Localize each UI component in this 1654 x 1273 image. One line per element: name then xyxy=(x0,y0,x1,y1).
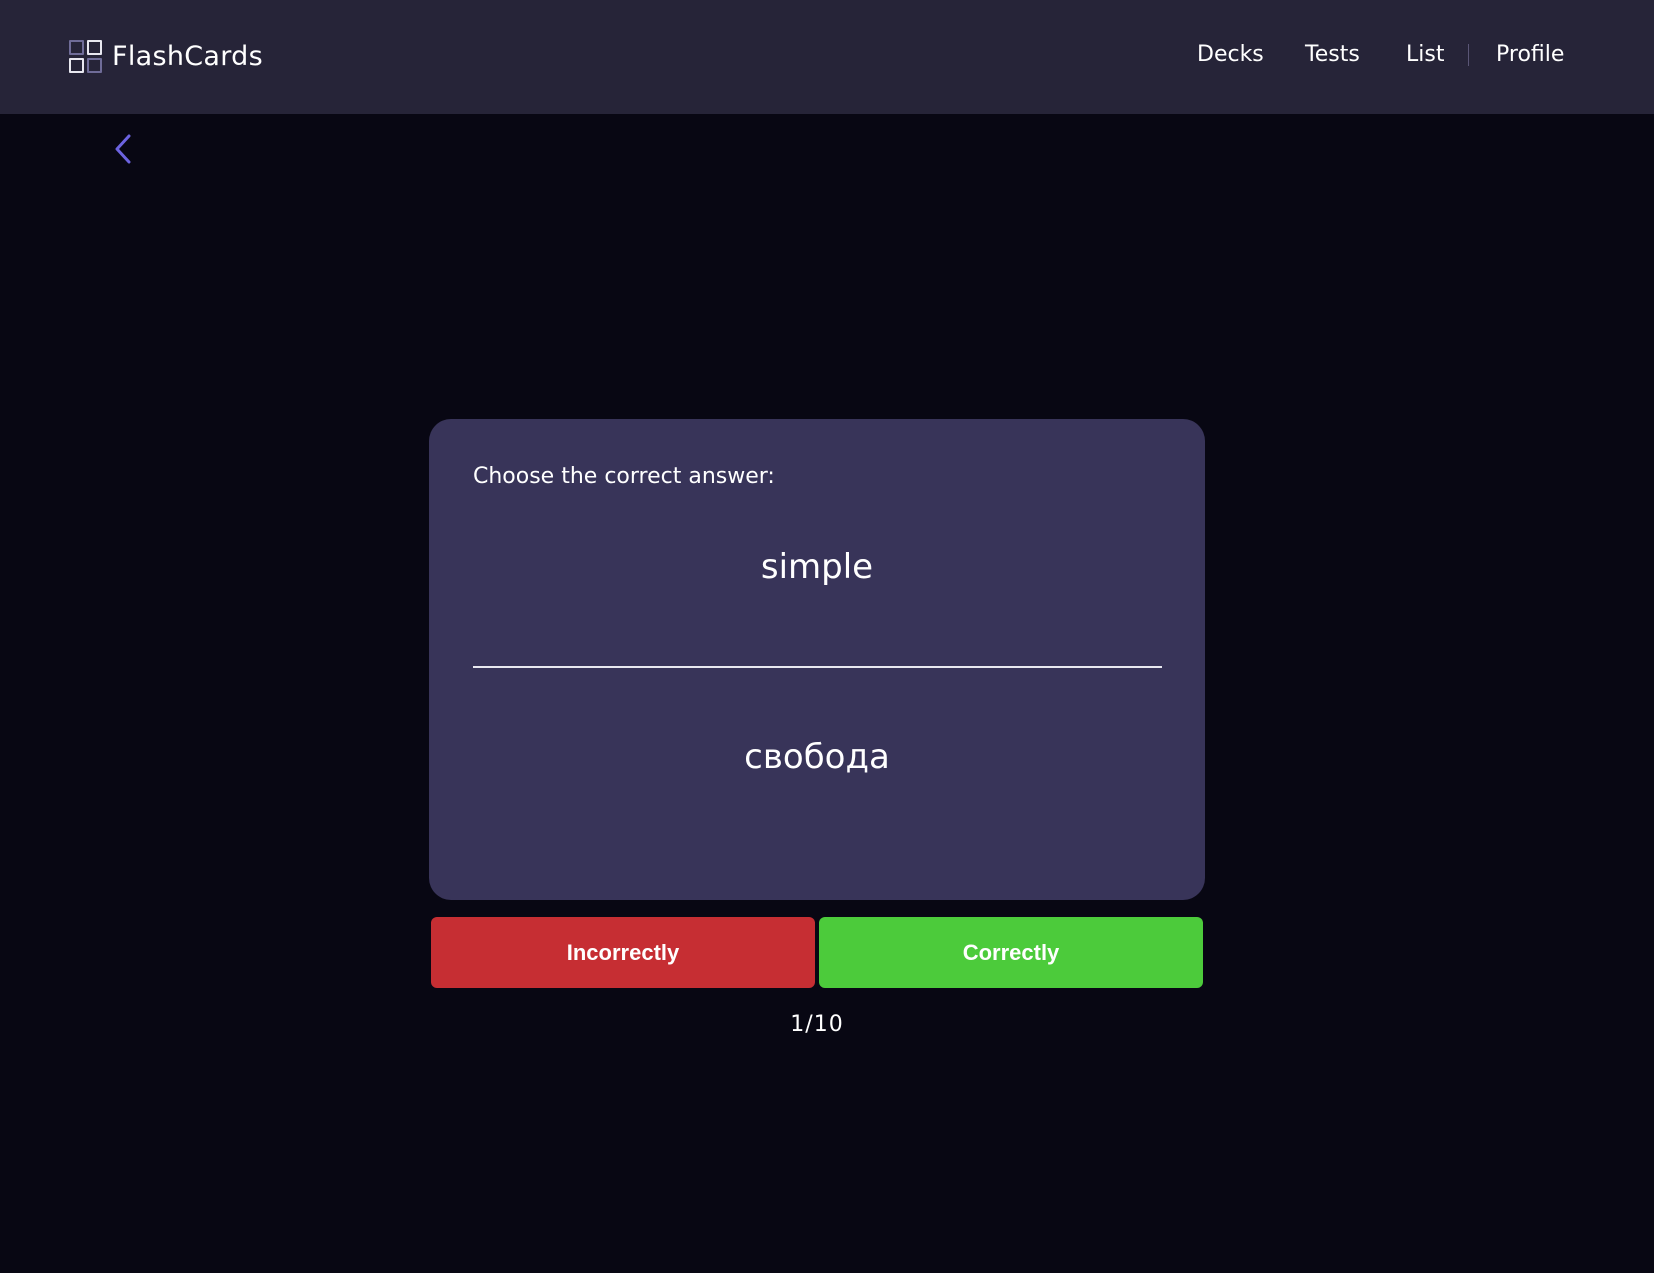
incorrect-button[interactable]: Incorrectly xyxy=(431,917,815,988)
flashcard[interactable]: Choose the correct answer: simple свобод… xyxy=(429,419,1205,900)
card-answer: свобода xyxy=(744,737,890,777)
nav-decks[interactable]: Decks xyxy=(1197,40,1264,70)
back-button[interactable] xyxy=(109,133,137,165)
progress-counter: 1/10 xyxy=(790,1012,844,1037)
card-divider xyxy=(473,666,1162,668)
nav-list[interactable]: List xyxy=(1406,40,1444,70)
top-header: FlashCards Decks Tests List Profile xyxy=(0,0,1654,114)
card-term: simple xyxy=(760,547,874,587)
nav-tests[interactable]: Tests xyxy=(1305,40,1360,70)
main-nav: Decks Tests List Profile xyxy=(0,40,1654,70)
nav-profile[interactable]: Profile xyxy=(1496,40,1564,70)
correct-button[interactable]: Correctly xyxy=(819,917,1203,988)
card-prompt: Choose the correct answer: xyxy=(473,464,775,489)
chevron-left-icon xyxy=(115,134,131,164)
nav-separator xyxy=(1468,44,1469,66)
